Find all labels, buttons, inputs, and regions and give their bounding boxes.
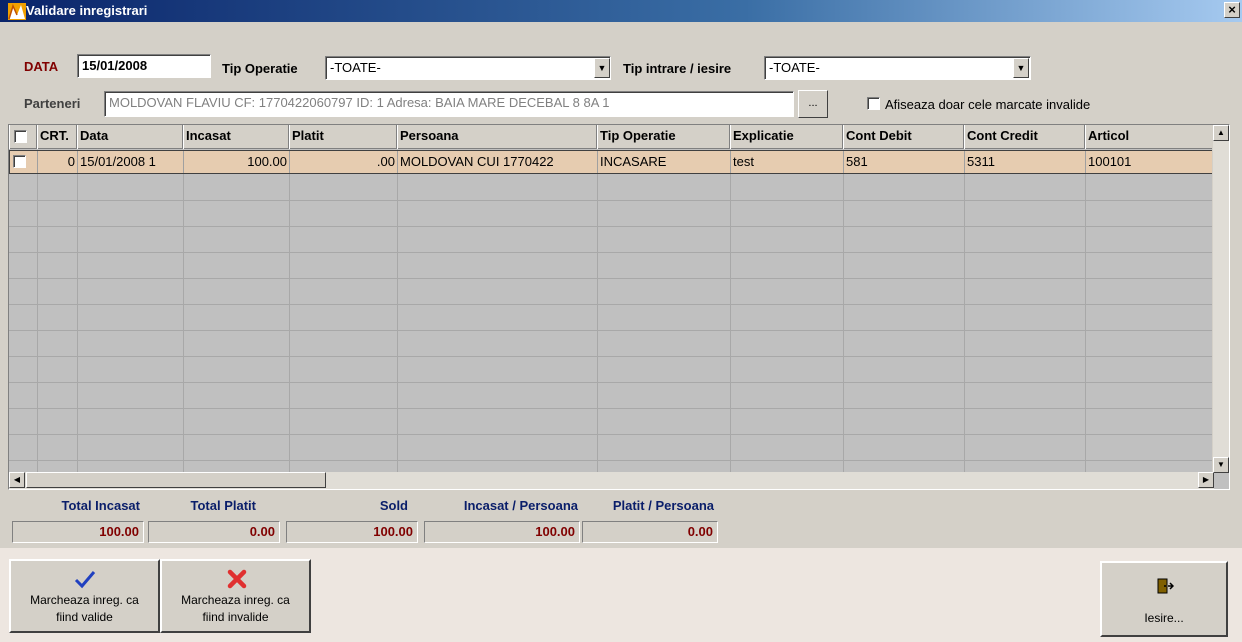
grid-line xyxy=(9,226,1221,227)
platit-persoana-value: 0.00 xyxy=(582,521,718,543)
scroll-left-icon[interactable]: ◀ xyxy=(9,472,25,488)
tip-intrare-label: Tip intrare / iesire xyxy=(623,61,732,76)
checkmark-icon xyxy=(74,571,96,589)
grid-line xyxy=(9,408,1221,409)
grid-line xyxy=(9,252,1221,253)
tip-operatie-dropdown-icon[interactable]: ▼ xyxy=(594,58,610,78)
total-platit-value: 0.00 xyxy=(148,521,280,543)
horizontal-scroll-thumb[interactable] xyxy=(26,472,326,488)
mark-valid-line2: fiind valide xyxy=(56,610,113,624)
cell-persoana[interactable]: MOLDOVAN CUI 1770422 xyxy=(398,151,598,173)
grid-header: CRT. Data Incasat Platit Persoana Tip Op… xyxy=(9,125,1221,149)
grid-line xyxy=(9,200,1221,201)
scroll-right-icon[interactable]: ▶ xyxy=(1198,472,1214,488)
exit-door-icon xyxy=(1157,578,1174,594)
mark-valid-line1: Marcheaza inreg. ca xyxy=(30,593,139,607)
window-title: Validare inregistrari xyxy=(26,3,148,18)
grid-line xyxy=(9,356,1221,357)
tip-operatie-select[interactable]: -TOATE- xyxy=(325,56,611,80)
grid-line xyxy=(9,460,1221,461)
cell-cont-credit[interactable]: 5311 xyxy=(965,151,1086,173)
parteneri-browse-button[interactable]: ... xyxy=(798,90,828,118)
parteneri-field[interactable]: MOLDOVAN FLAVIU CF: 1770422060797 ID: 1 … xyxy=(104,91,794,117)
cell-platit[interactable]: .00 xyxy=(290,151,398,173)
header-articol[interactable]: Articol xyxy=(1085,125,1221,149)
mark-invalid-button[interactable]: Marcheaza inreg. ca fiind invalide xyxy=(160,559,311,633)
afiseaza-invalide-label: Afiseaza doar cele marcate invalide xyxy=(885,97,1091,112)
header-explicatie[interactable]: Explicatie xyxy=(730,125,843,149)
row-select-cell[interactable] xyxy=(10,151,38,173)
grid-line xyxy=(37,174,38,472)
data-input[interactable]: 15/01/2008 xyxy=(77,54,211,78)
platit-persoana-label: Platit / Persoana xyxy=(612,498,714,513)
tip-operatie-label: Tip Operatie xyxy=(222,61,298,76)
grid-line xyxy=(77,174,78,472)
close-icon[interactable]: × xyxy=(1224,2,1240,18)
cell-articol[interactable]: 100101 xyxy=(1086,151,1222,173)
header-data[interactable]: Data xyxy=(77,125,183,149)
vertical-scrollbar[interactable]: ▲ ▼ xyxy=(1212,125,1229,473)
header-persoana[interactable]: Persoana xyxy=(397,125,597,149)
grid-line xyxy=(397,174,398,472)
grid-line xyxy=(289,174,290,472)
grid-line xyxy=(183,174,184,472)
grid-line xyxy=(9,304,1221,305)
cell-crt[interactable]: 0 xyxy=(38,151,78,173)
header-tip-operatie[interactable]: Tip Operatie xyxy=(597,125,730,149)
mark-invalid-line2: fiind invalide xyxy=(202,610,269,624)
cell-data[interactable]: 15/01/2008 1 xyxy=(78,151,184,173)
grid-line xyxy=(9,382,1221,383)
incasat-persoana-value: 100.00 xyxy=(424,521,580,543)
table-row[interactable]: 0 15/01/2008 1 100.00 .00 MOLDOVAN CUI 1… xyxy=(9,150,1222,174)
scroll-up-icon[interactable]: ▲ xyxy=(1213,125,1229,141)
header-cont-credit[interactable]: Cont Credit xyxy=(964,125,1085,149)
horizontal-scrollbar[interactable]: ◀ ▶ xyxy=(9,472,1214,489)
red-x-icon xyxy=(227,569,247,589)
tip-intrare-select[interactable]: -TOATE- xyxy=(764,56,1031,80)
cell-explicatie[interactable]: test xyxy=(731,151,844,173)
records-grid[interactable]: CRT. Data Incasat Platit Persoana Tip Op… xyxy=(8,124,1230,490)
scroll-down-icon[interactable]: ▼ xyxy=(1213,457,1229,473)
grid-line xyxy=(964,174,965,472)
row-checkbox[interactable] xyxy=(13,155,26,168)
grid-line xyxy=(9,330,1221,331)
header-incasat[interactable]: Incasat xyxy=(183,125,289,149)
sold-value: 100.00 xyxy=(286,521,418,543)
grid-line xyxy=(843,174,844,472)
header-crt[interactable]: CRT. xyxy=(37,125,77,149)
grid-line xyxy=(9,434,1221,435)
header-select-all[interactable] xyxy=(9,125,37,149)
iesire-label: Iesire... xyxy=(1144,611,1184,625)
cell-tip-operatie[interactable]: INCASARE xyxy=(598,151,731,173)
incasat-persoana-label: Incasat / Persoana xyxy=(463,498,578,513)
header-platit[interactable]: Platit xyxy=(289,125,397,149)
iesire-button[interactable]: Iesire... xyxy=(1100,561,1228,637)
cell-cont-debit[interactable]: 581 xyxy=(844,151,965,173)
select-all-checkbox[interactable] xyxy=(14,130,27,143)
grid-line xyxy=(9,278,1221,279)
mark-invalid-line1: Marcheaza inreg. ca xyxy=(181,593,290,607)
header-cont-debit[interactable]: Cont Debit xyxy=(843,125,964,149)
afiseaza-invalide-checkbox[interactable] xyxy=(867,97,880,110)
total-incasat-value: 100.00 xyxy=(12,521,144,543)
grid-line xyxy=(730,174,731,472)
total-incasat-label: Total Incasat xyxy=(61,498,140,513)
grid-line xyxy=(1085,174,1086,472)
mark-valid-button[interactable]: Marcheaza inreg. ca fiind valide xyxy=(9,559,160,633)
title-bar: Validare inregistrari × xyxy=(0,0,1242,22)
app-logo-icon xyxy=(8,3,26,20)
total-platit-label: Total Platit xyxy=(190,498,256,513)
tip-intrare-dropdown-icon[interactable]: ▼ xyxy=(1013,58,1029,78)
data-label: DATA xyxy=(24,59,59,74)
cell-incasat[interactable]: 100.00 xyxy=(184,151,290,173)
parteneri-label: Parteneri xyxy=(24,96,81,111)
grid-line xyxy=(597,174,598,472)
sold-label: Sold xyxy=(379,498,408,513)
